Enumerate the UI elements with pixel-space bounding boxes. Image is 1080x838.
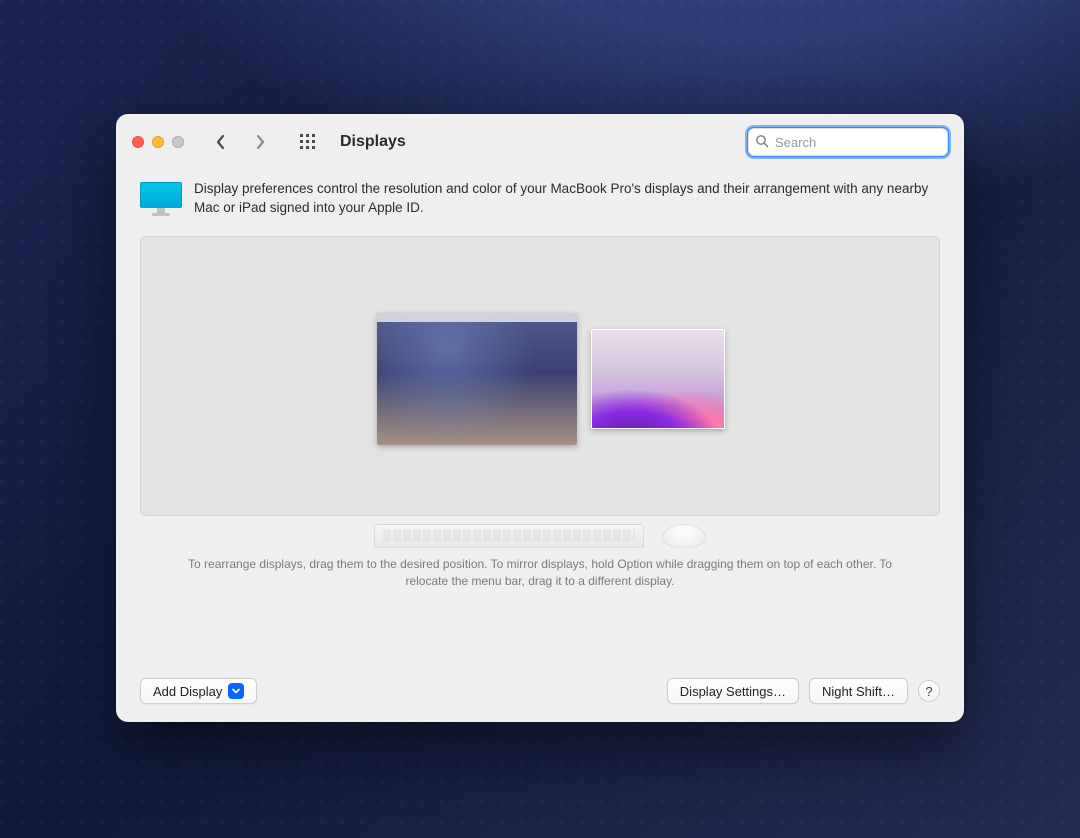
back-button[interactable]: [206, 128, 234, 156]
minimize-window-button[interactable]: [152, 136, 164, 148]
window-title: Displays: [340, 133, 406, 151]
help-label: ?: [925, 684, 932, 699]
forward-button[interactable]: [246, 128, 274, 156]
wallpaper-thumbnail: [377, 313, 577, 445]
grid-icon: [299, 133, 317, 151]
keyboard-mouse-illustration: [140, 524, 940, 548]
add-display-button[interactable]: Add Display: [140, 678, 257, 704]
footer-bar: Add Display Display Settings… Night Shif…: [140, 662, 940, 704]
chevron-down-icon: [228, 683, 244, 699]
menu-bar-indicator[interactable]: [377, 313, 577, 322]
zoom-window-button[interactable]: [172, 136, 184, 148]
mouse-icon: [662, 524, 706, 548]
search-icon: [755, 134, 769, 153]
help-button[interactable]: ?: [918, 680, 940, 702]
display-settings-button[interactable]: Display Settings…: [667, 678, 799, 704]
show-all-button[interactable]: [294, 128, 322, 156]
search-field-wrap: [748, 128, 948, 156]
wallpaper-thumbnail: [592, 330, 724, 428]
display-thumbnail-secondary[interactable]: [591, 329, 725, 429]
arrangement-hint: To rearrange displays, drag them to the …: [140, 556, 940, 590]
display-thumbnail-primary[interactable]: [377, 313, 577, 445]
display-settings-label: Display Settings…: [680, 684, 786, 699]
intro-row: Display preferences control the resoluti…: [140, 180, 940, 218]
chevron-right-icon: [255, 134, 266, 150]
display-arrangement-area[interactable]: [140, 236, 940, 516]
keyboard-icon: [374, 524, 644, 548]
night-shift-button[interactable]: Night Shift…: [809, 678, 908, 704]
window-traffic-lights: [132, 136, 184, 148]
window-toolbar: Displays: [116, 114, 964, 170]
intro-text: Display preferences control the resoluti…: [194, 180, 940, 218]
close-window-button[interactable]: [132, 136, 144, 148]
night-shift-label: Night Shift…: [822, 684, 895, 699]
displays-preferences-window: Displays Display preferences control the…: [116, 114, 964, 722]
display-icon: [140, 182, 182, 216]
window-body: Display preferences control the resoluti…: [116, 170, 964, 722]
search-input[interactable]: [748, 128, 948, 156]
add-display-label: Add Display: [153, 684, 222, 699]
chevron-left-icon: [215, 134, 226, 150]
